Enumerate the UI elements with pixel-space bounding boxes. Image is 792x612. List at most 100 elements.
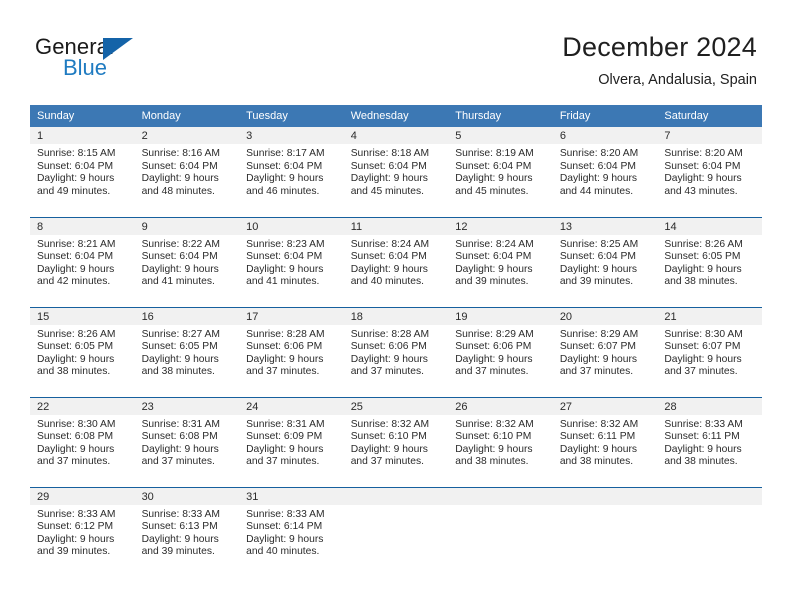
calendar-day-cell[interactable]: 8 Sunrise: 8:21 AM Sunset: 6:04 PM Daylight… bbox=[30, 216, 135, 307]
day-number: 28 bbox=[657, 397, 762, 415]
day-daylight1-text: Daylight: 9 hours bbox=[350, 263, 428, 275]
day-daylight2-text: and 37 minutes. bbox=[141, 456, 215, 468]
calendar-day-cell[interactable]: 4 Sunrise: 8:18 AM Sunset: 6:04 PM Daylight… bbox=[343, 127, 449, 217]
day-cell-content bbox=[343, 487, 449, 578]
day-sunrise-text: Sunrise: 8:24 AM bbox=[350, 238, 430, 250]
calendar-day-cell[interactable]: 15 Sunrise: 8:26 AM Sunset: 6:05 PM Dayligh… bbox=[30, 306, 135, 397]
day-sun-info: Sunrise: 8:29 AM Sunset: 6:07 PM Daylight:… bbox=[553, 325, 658, 379]
day-number: 6 bbox=[552, 127, 658, 144]
day-number: 4 bbox=[343, 127, 449, 144]
day-sunset-text: Sunset: 6:07 PM bbox=[664, 341, 741, 353]
calendar-day-cell[interactable]: 19 Sunrise: 8:29 AM Sunset: 6:06 PM Dayligh… bbox=[448, 306, 553, 397]
day-sunrise-text: Sunrise: 8:31 AM bbox=[141, 418, 220, 430]
calendar-day-cell[interactable]: 2 Sunrise: 8:16 AM Sunset: 6:04 PM Daylight… bbox=[134, 127, 240, 217]
day-sunset-text: Sunset: 6:07 PM bbox=[559, 341, 636, 353]
day-sunrise-text: Sunrise: 8:22 AM bbox=[141, 238, 220, 250]
day-daylight1-text: Daylight: 9 hours bbox=[664, 353, 742, 365]
general-blue-logo[interactable]: General Blue bbox=[35, 34, 255, 90]
day-cell-content bbox=[448, 487, 553, 578]
calendar-day-cell[interactable]: 3 Sunrise: 8:17 AM Sunset: 6:04 PM Daylight… bbox=[239, 127, 344, 217]
day-sunrise-text: Sunrise: 8:16 AM bbox=[141, 148, 220, 159]
calendar-day-cell[interactable]: 18 Sunrise: 8:28 AM Sunset: 6:06 PM Dayligh… bbox=[343, 306, 449, 397]
calendar-day-cell[interactable]: 10 Sunrise: 8:23 AM Sunset: 6:04 PM Dayligh… bbox=[239, 216, 344, 307]
title-block: December 2024 Olvera, Andalusia, Spain bbox=[562, 30, 757, 91]
logo-triangle-icon bbox=[103, 38, 133, 60]
day-sunset-text: Sunset: 6:04 PM bbox=[246, 251, 323, 263]
day-sun-info bbox=[448, 505, 553, 509]
day-sun-info: Sunrise: 8:26 AM Sunset: 6:05 PM Daylight:… bbox=[657, 235, 762, 289]
day-number: 2 bbox=[134, 127, 240, 144]
calendar-day-cell[interactable]: 14 Sunrise: 8:26 AM Sunset: 6:05 PM Dayligh… bbox=[657, 216, 762, 307]
calendar-day-cell[interactable]: 22 Sunrise: 8:30 AM Sunset: 6:08 PM Dayligh… bbox=[30, 396, 135, 487]
calendar-day-cell[interactable]: 16 Sunrise: 8:27 AM Sunset: 6:05 PM Dayligh… bbox=[134, 306, 240, 397]
calendar-day-cell-empty bbox=[657, 486, 762, 577]
calendar-day-cell[interactable]: 5 Sunrise: 8:19 AM Sunset: 6:04 PM Daylight… bbox=[448, 127, 553, 217]
calendar-day-cell-empty bbox=[448, 486, 553, 578]
day-daylight1-text: Daylight: 9 hours bbox=[246, 173, 324, 185]
calendar-day-cell[interactable]: 11 Sunrise: 8:24 AM Sunset: 6:04 PM Dayligh… bbox=[343, 216, 449, 307]
day-sun-info: Sunrise: 8:24 AM Sunset: 6:04 PM Daylight:… bbox=[344, 235, 449, 289]
calendar-day-cell[interactable]: 13 Sunrise: 8:25 AM Sunset: 6:04 PM Dayligh… bbox=[552, 216, 658, 307]
day-sun-info: Sunrise: 8:32 AM Sunset: 6:10 PM Daylight:… bbox=[344, 415, 449, 469]
day-cell-content: 16 Sunrise: 8:27 AM Sunset: 6:05 PM Dayligh… bbox=[134, 307, 240, 397]
calendar-day-cell[interactable]: 24 Sunrise: 8:31 AM Sunset: 6:09 PM Dayligh… bbox=[239, 396, 344, 487]
day-sunset-text: Sunset: 6:04 PM bbox=[455, 160, 532, 172]
calendar-day-cell[interactable]: 28 Sunrise: 8:33 AM Sunset: 6:11 PM Dayligh… bbox=[657, 396, 762, 487]
calendar-day-cell[interactable]: 17 Sunrise: 8:28 AM Sunset: 6:06 PM Dayligh… bbox=[239, 306, 344, 397]
calendar-day-cell[interactable]: 1 Sunrise: 8:15 AM Sunset: 6:04 PM Daylight… bbox=[30, 127, 135, 217]
day-daylight1-text: Daylight: 9 hours bbox=[350, 443, 428, 455]
calendar-day-cell[interactable]: 20 Sunrise: 8:29 AM Sunset: 6:07 PM Dayligh… bbox=[552, 306, 658, 397]
day-number: 22 bbox=[30, 397, 135, 415]
calendar-day-cell[interactable]: 29 Sunrise: 8:33 AM Sunset: 6:12 PM Dayligh… bbox=[30, 486, 135, 577]
day-daylight2-text: and 39 minutes. bbox=[141, 546, 215, 558]
day-daylight1-text: Daylight: 9 hours bbox=[664, 263, 742, 275]
calendar-day-cell[interactable]: 26 Sunrise: 8:32 AM Sunset: 6:10 PM Dayligh… bbox=[448, 396, 553, 487]
day-sunrise-text: Sunrise: 8:24 AM bbox=[455, 238, 534, 250]
day-sun-info: Sunrise: 8:31 AM Sunset: 6:09 PM Daylight:… bbox=[239, 415, 344, 469]
day-sunrise-text: Sunrise: 8:33 AM bbox=[664, 418, 743, 430]
day-sunrise-text: Sunrise: 8:33 AM bbox=[37, 508, 116, 520]
day-number bbox=[657, 487, 762, 505]
calendar-body: 1 Sunrise: 8:15 AM Sunset: 6:04 PM Daylight… bbox=[30, 127, 762, 577]
day-daylight2-text: and 45 minutes. bbox=[350, 185, 424, 197]
calendar-day-cell[interactable]: 31 Sunrise: 8:33 AM Sunset: 6:14 PM Dayligh… bbox=[239, 486, 344, 577]
day-sunrise-text: Sunrise: 8:25 AM bbox=[559, 238, 639, 250]
calendar-day-cell[interactable]: 23 Sunrise: 8:31 AM Sunset: 6:08 PM Dayligh… bbox=[134, 396, 240, 487]
day-daylight2-text: and 37 minutes. bbox=[246, 456, 320, 468]
day-daylight2-text: and 46 minutes. bbox=[246, 185, 320, 197]
calendar-day-cell[interactable]: 12 Sunrise: 8:24 AM Sunset: 6:04 PM Dayligh… bbox=[448, 216, 553, 307]
calendar-day-cell[interactable]: 9 Sunrise: 8:22 AM Sunset: 6:04 PM Daylight… bbox=[134, 216, 240, 307]
day-sun-info: Sunrise: 8:33 AM Sunset: 6:12 PM Daylight:… bbox=[30, 505, 135, 559]
calendar-day-cell[interactable]: 27 Sunrise: 8:32 AM Sunset: 6:11 PM Dayligh… bbox=[552, 396, 658, 487]
day-sun-info: Sunrise: 8:28 AM Sunset: 6:06 PM Daylight:… bbox=[239, 325, 344, 379]
calendar-week-row: 8 Sunrise: 8:21 AM Sunset: 6:04 PM Daylight… bbox=[30, 216, 762, 307]
day-daylight2-text: and 40 minutes. bbox=[350, 276, 424, 288]
calendar-day-cell[interactable]: 7 Sunrise: 8:20 AM Sunset: 6:04 PM Daylight… bbox=[657, 127, 762, 217]
day-daylight1-text: Daylight: 9 hours bbox=[37, 173, 115, 185]
calendar-day-cell-empty bbox=[343, 486, 449, 578]
day-sunset-text: Sunset: 6:04 PM bbox=[455, 251, 532, 263]
day-sunset-text: Sunset: 6:08 PM bbox=[141, 431, 218, 443]
day-cell-content: 20 Sunrise: 8:29 AM Sunset: 6:07 PM Dayligh… bbox=[552, 307, 658, 397]
day-sun-info: Sunrise: 8:24 AM Sunset: 6:04 PM Daylight:… bbox=[448, 235, 553, 289]
calendar-day-cell[interactable]: 6 Sunrise: 8:20 AM Sunset: 6:04 PM Daylight… bbox=[552, 127, 658, 217]
day-cell-content: 7 Sunrise: 8:20 AM Sunset: 6:04 PM Daylight… bbox=[657, 127, 762, 217]
day-daylight1-text: Daylight: 9 hours bbox=[246, 263, 324, 275]
day-number: 8 bbox=[30, 217, 135, 235]
calendar-day-cell[interactable]: 30 Sunrise: 8:33 AM Sunset: 6:13 PM Dayligh… bbox=[134, 486, 240, 577]
day-sunset-text: Sunset: 6:04 PM bbox=[141, 251, 218, 263]
day-daylight2-text: and 37 minutes. bbox=[455, 366, 529, 378]
weekday-header-wednesday: Wednesday bbox=[343, 105, 449, 127]
day-cell-content: 25 Sunrise: 8:32 AM Sunset: 6:10 PM Dayligh… bbox=[343, 397, 449, 487]
day-number: 12 bbox=[448, 217, 553, 235]
day-daylight1-text: Daylight: 9 hours bbox=[246, 353, 324, 365]
day-sun-info: Sunrise: 8:25 AM Sunset: 6:04 PM Daylight:… bbox=[553, 235, 658, 289]
calendar-day-cell[interactable]: 21 Sunrise: 8:30 AM Sunset: 6:07 PM Dayligh… bbox=[657, 306, 762, 397]
day-daylight1-text: Daylight: 9 hours bbox=[141, 443, 219, 455]
day-sunrise-text: Sunrise: 8:30 AM bbox=[37, 418, 116, 430]
day-daylight2-text: and 44 minutes. bbox=[559, 185, 634, 197]
day-cell-content: 24 Sunrise: 8:31 AM Sunset: 6:09 PM Dayligh… bbox=[239, 397, 344, 487]
day-daylight1-text: Daylight: 9 hours bbox=[455, 353, 533, 365]
day-sunrise-text: Sunrise: 8:32 AM bbox=[350, 418, 430, 430]
calendar-day-cell[interactable]: 25 Sunrise: 8:32 AM Sunset: 6:10 PM Dayligh… bbox=[343, 396, 449, 487]
